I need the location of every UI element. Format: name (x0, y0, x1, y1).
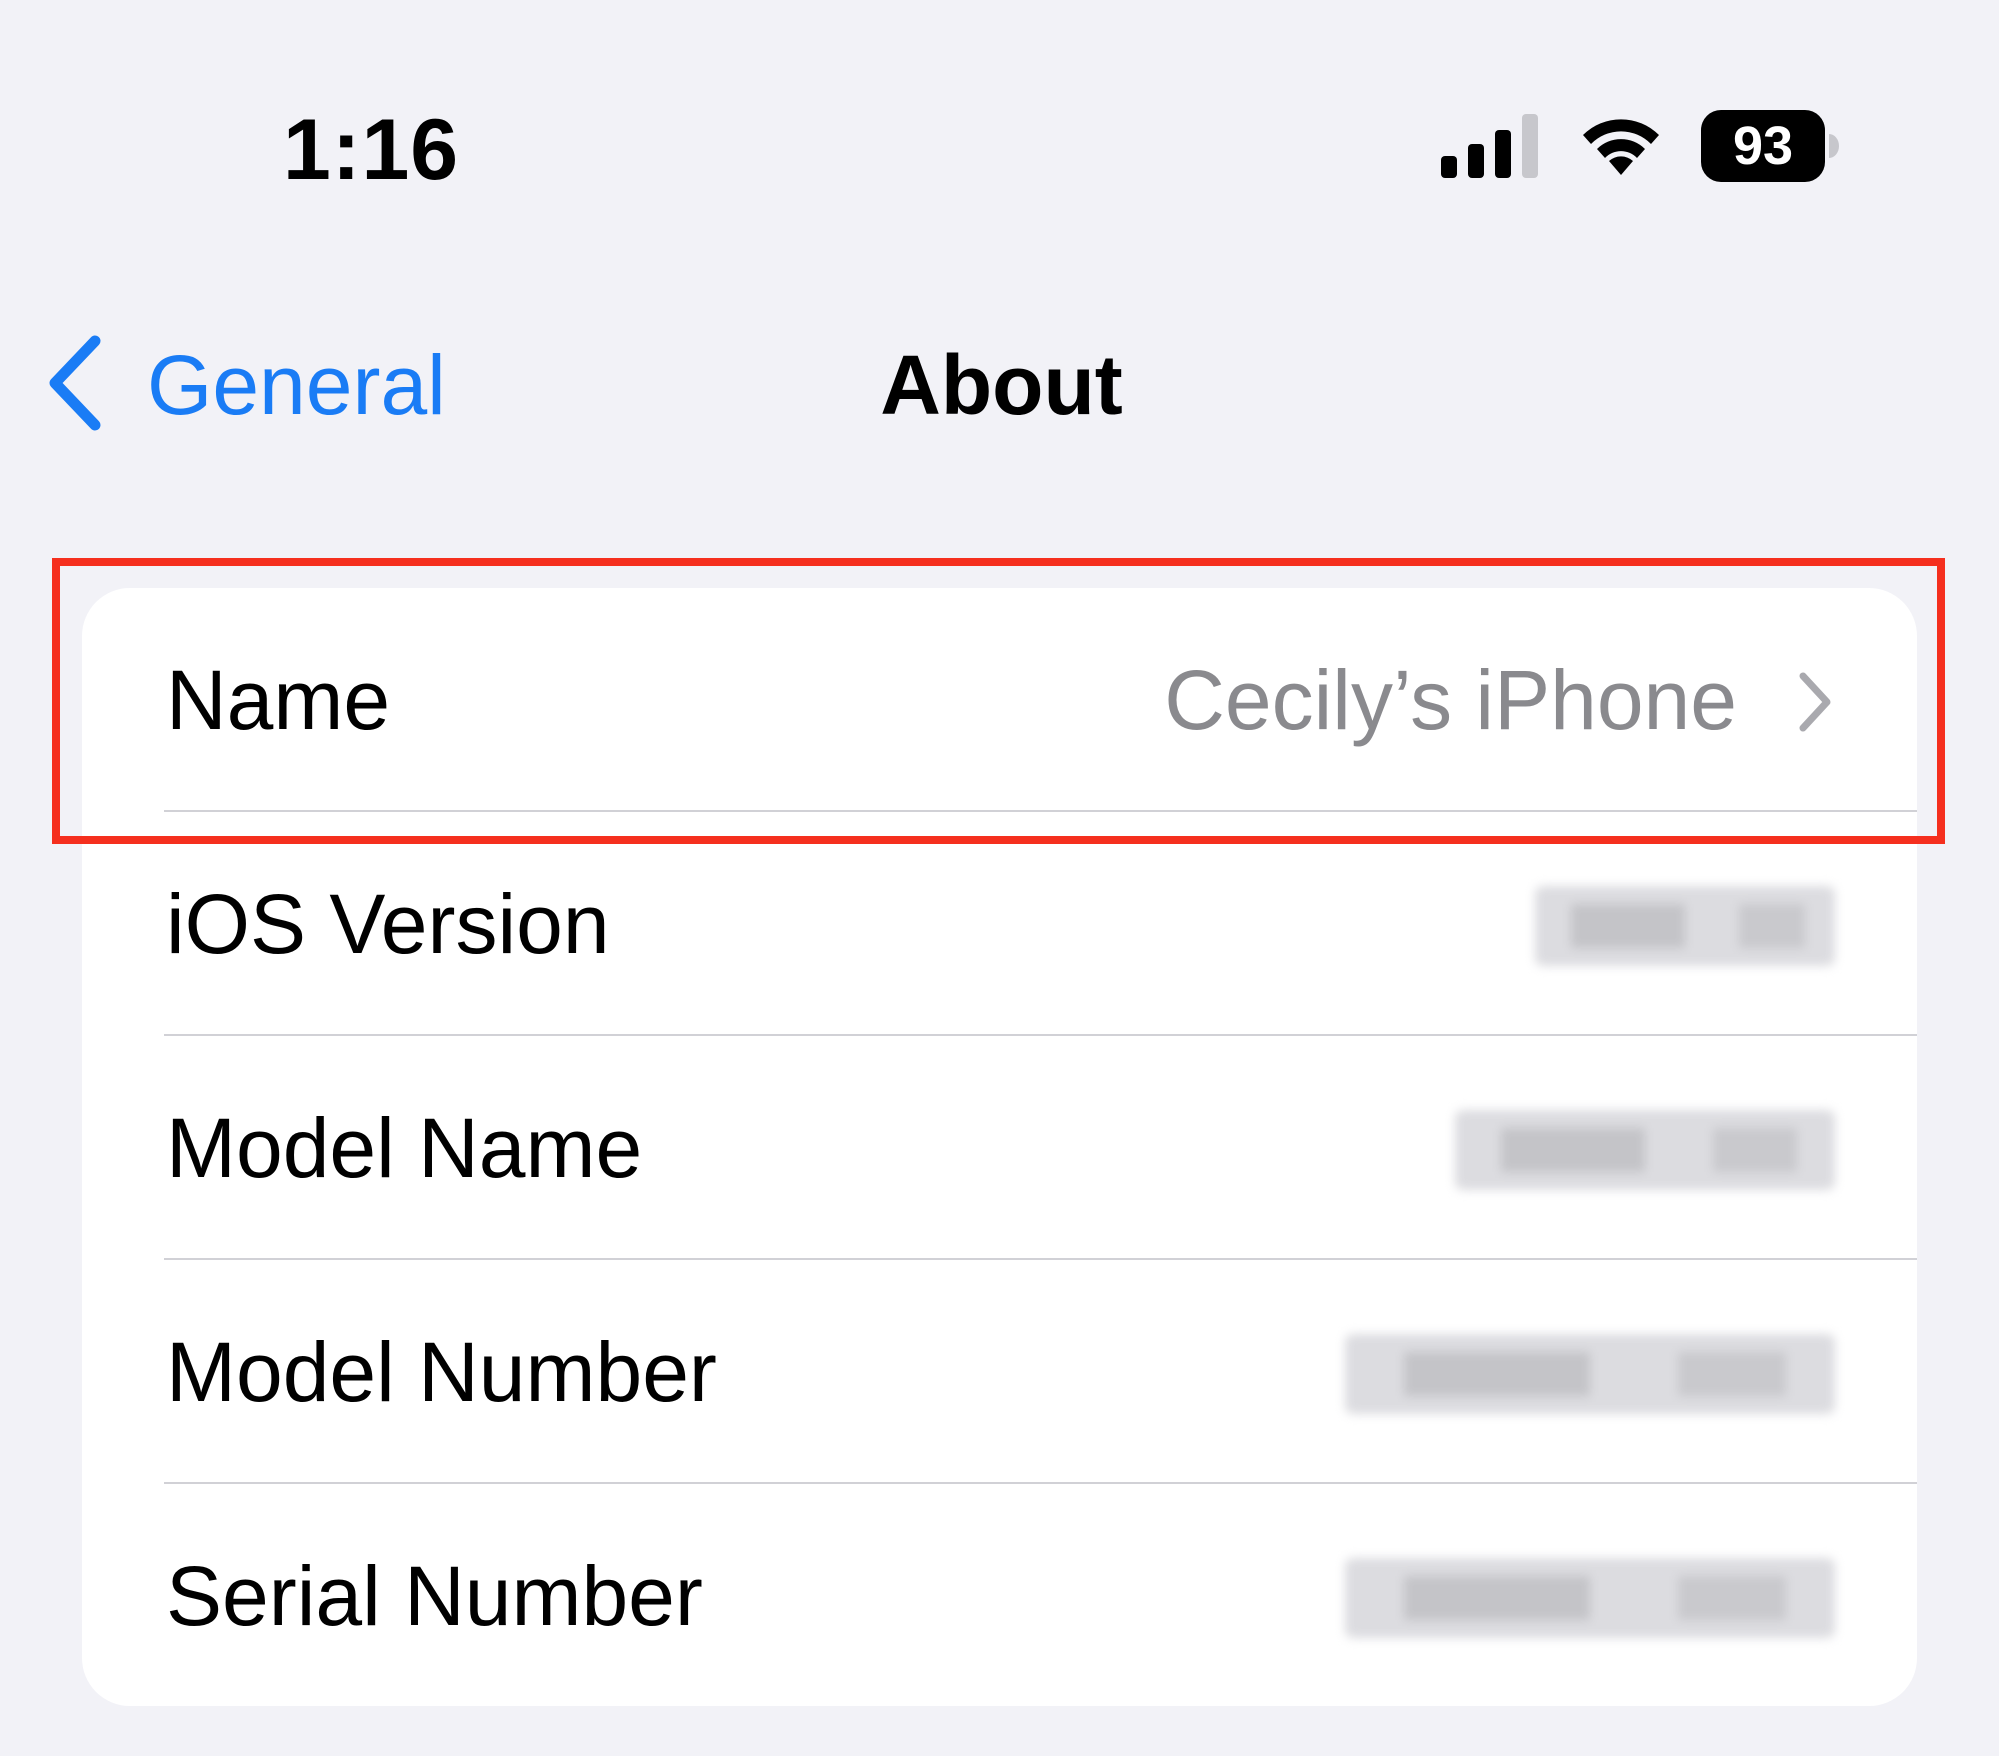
device-name-value: Cecily’s iPhone (1164, 653, 1737, 747)
back-button-label: General (147, 338, 446, 432)
navigation-bar: About General (0, 310, 1999, 460)
list-row-serial-number[interactable]: Serial Number (82, 1484, 1917, 1706)
list-row-ios-version: iOS Version (82, 812, 1917, 1036)
battery-icon: 93 (1701, 110, 1839, 182)
cellular-signal-icon (1441, 114, 1541, 178)
redacted-value (1345, 1334, 1835, 1414)
about-list: Name Cecily’s iPhone iOS Version Model N… (82, 588, 1917, 1706)
row-label: Model Number (166, 1325, 717, 1419)
battery-level: 93 (1732, 116, 1794, 176)
status-icons: 93 (1441, 110, 1839, 182)
list-row-model-number[interactable]: Model Number (82, 1260, 1917, 1484)
chevron-left-icon (45, 333, 105, 438)
redacted-value (1345, 1558, 1835, 1638)
row-label: Name (166, 653, 391, 747)
chevron-right-icon (1795, 670, 1835, 739)
status-time: 1:16 (283, 102, 460, 198)
row-label: iOS Version (166, 877, 610, 971)
row-label: Model Name (166, 1101, 643, 1195)
status-bar: 1:16 93 (0, 0, 1999, 300)
wifi-icon (1575, 113, 1667, 179)
back-button[interactable]: General (45, 335, 446, 435)
row-label: Serial Number (166, 1549, 703, 1643)
redacted-value (1535, 886, 1835, 966)
redacted-value (1455, 1110, 1835, 1190)
list-row-model-name: Model Name (82, 1036, 1917, 1260)
list-row-name[interactable]: Name Cecily’s iPhone (82, 588, 1917, 812)
